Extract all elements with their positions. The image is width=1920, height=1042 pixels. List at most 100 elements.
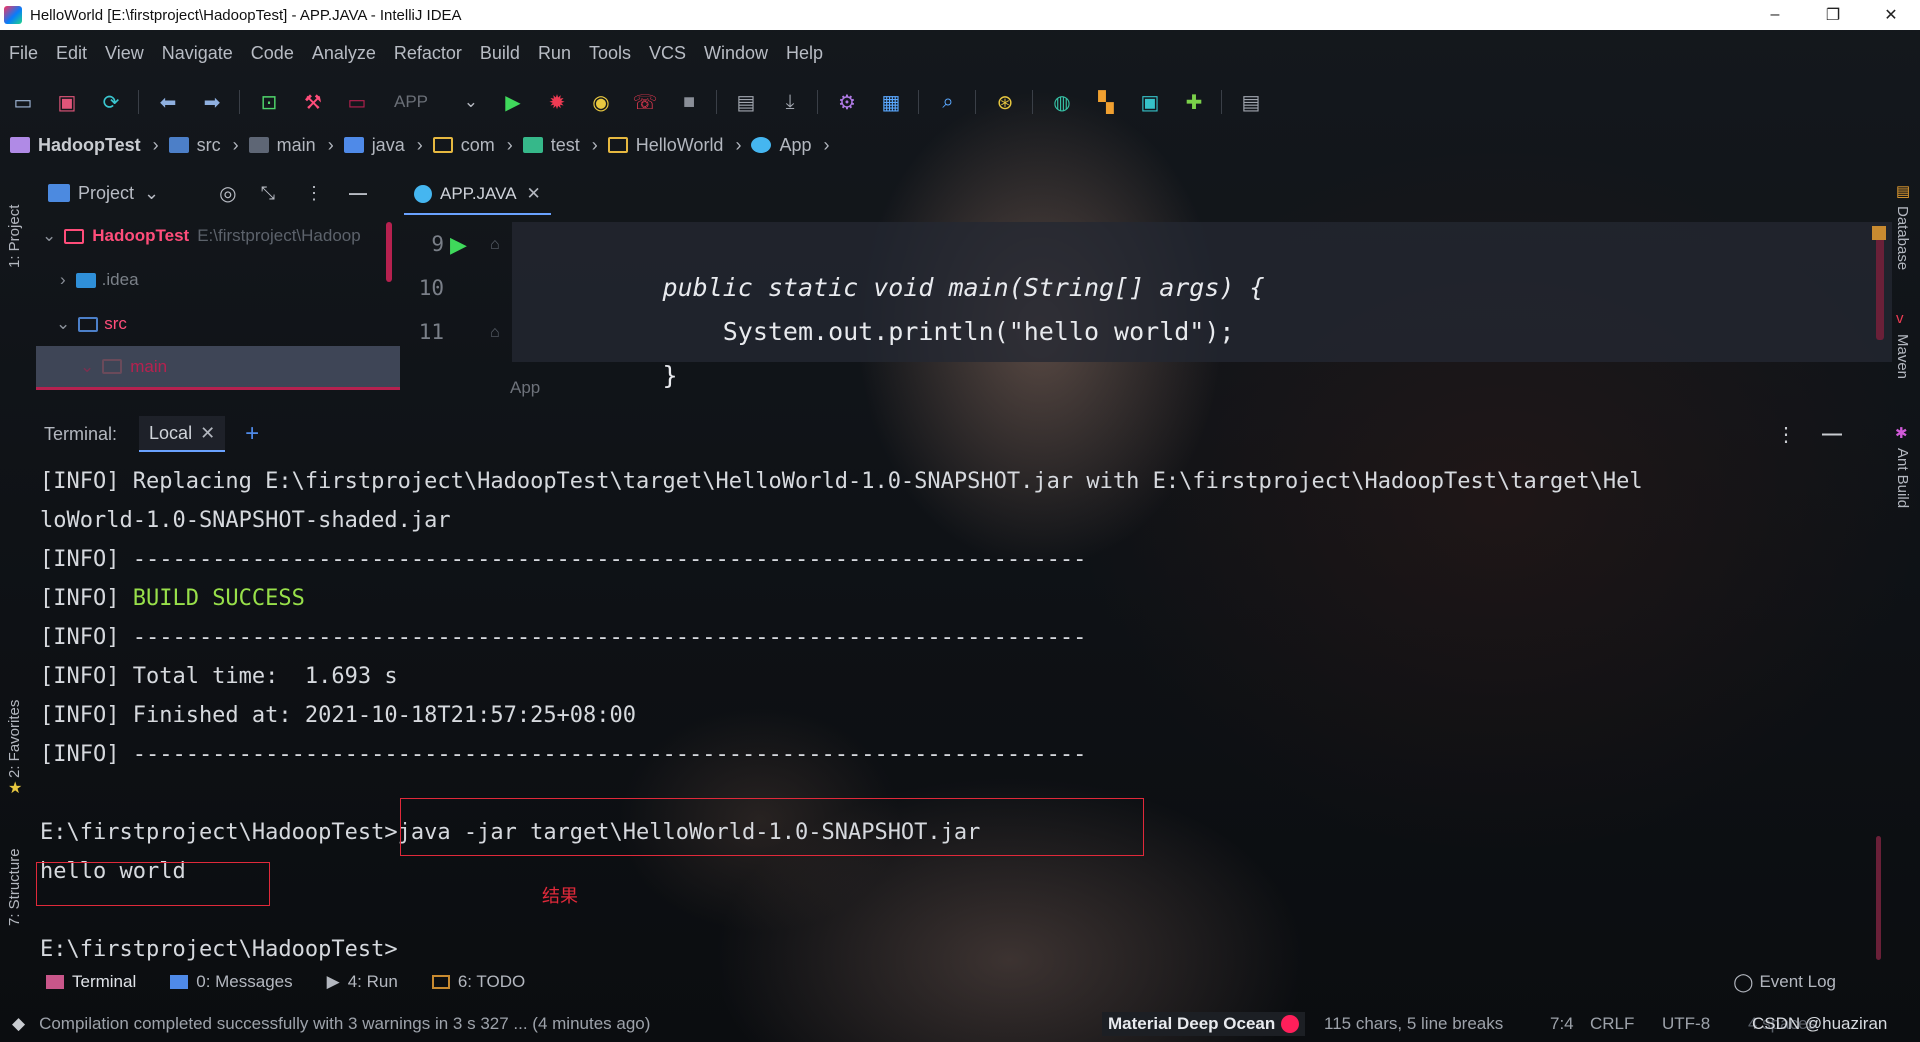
code-editor[interactable]: 9 ▶ ⌂ 10 11 ⌂ public static void main(St… <box>404 222 1892 390</box>
back-icon[interactable]: ⬅ <box>153 87 183 117</box>
stop-icon[interactable]: ■ <box>674 87 704 117</box>
editor-scrollbar[interactable] <box>1876 230 1884 340</box>
hide-panel-icon[interactable]: — <box>349 183 367 204</box>
warning-marker[interactable] <box>1872 226 1886 240</box>
breadcrumb-label: HadoopTest <box>38 134 141 155</box>
terminal-tool-button[interactable]: Terminal <box>46 972 136 992</box>
line-number: 11 <box>418 320 444 344</box>
menu-run[interactable]: Run <box>529 43 580 64</box>
structure-tool-button[interactable]: 7: Structure <box>6 826 23 926</box>
open-folder-icon[interactable]: ▭ <box>8 87 38 117</box>
config-icon[interactable]: ▭ <box>342 87 372 117</box>
menu-vcs[interactable]: VCS <box>640 43 695 64</box>
terminal-line: [INFO] ---------------------------------… <box>40 625 1087 650</box>
maven-tool-button[interactable]: Maven <box>1894 334 1911 404</box>
more-options-icon[interactable]: ⋮ <box>1776 422 1796 447</box>
ant-icon[interactable]: ▤ <box>731 87 761 117</box>
menu-help[interactable]: Help <box>777 43 832 64</box>
status-layers-icon[interactable]: ◆ <box>12 1014 25 1034</box>
settings-icon[interactable]: ⚙ <box>832 87 862 117</box>
menu-edit[interactable]: Edit <box>47 43 96 64</box>
breadcrumb-com[interactable]: com › <box>423 135 513 156</box>
run-tool-button[interactable]: ▶ 4: Run <box>327 972 398 992</box>
locate-icon[interactable]: ◎ <box>219 181 236 206</box>
tab-local[interactable]: Local ✕ <box>139 416 226 452</box>
close-icon[interactable]: ✕ <box>527 184 541 204</box>
editor-breadcrumb[interactable]: App <box>510 378 540 398</box>
sync-icon[interactable]: ⟳ <box>96 87 126 117</box>
caret-position[interactable]: 7:4 <box>1550 1014 1574 1034</box>
dashboard-icon[interactable]: ▣ <box>1135 87 1165 117</box>
puzzle-icon[interactable]: ✚ <box>1179 87 1209 117</box>
breadcrumb-app[interactable]: App › <box>741 135 829 156</box>
tab-app-java[interactable]: APP.JAVA ✕ <box>404 175 551 215</box>
window-title-bar: HelloWorld [E:\firstproject\HadoopTest] … <box>0 0 1920 30</box>
tree-item-root[interactable]: ⌄ HadoopTest E:\firstproject\Hadoop <box>36 214 400 258</box>
tree-item-idea[interactable]: › .idea <box>36 258 400 302</box>
status-message[interactable]: Compilation completed successfully with … <box>39 1014 650 1034</box>
tree-item-main[interactable]: ⌄ main <box>36 346 400 390</box>
tree-item-src[interactable]: ⌄ src <box>36 302 400 346</box>
fold-icon[interactable]: ⌂ <box>490 324 500 342</box>
fold-icon[interactable]: ⌂ <box>490 236 500 254</box>
event-log-button[interactable]: ◯ Event Log <box>1733 972 1836 993</box>
hide-panel-icon[interactable]: — <box>1822 423 1842 446</box>
search-icon[interactable]: ⌕ <box>933 87 963 117</box>
layout-icon[interactable]: ▚ <box>1091 87 1121 117</box>
build-hammer-icon[interactable]: ⚒ <box>298 87 328 117</box>
minimize-button[interactable]: – <box>1746 0 1804 30</box>
project-panel: Project ⌄ ◎ ⤡ ⋮ — ⌄ HadoopTest E:\firstp… <box>36 172 400 398</box>
more-options-icon[interactable]: ⋮ <box>305 183 323 204</box>
breadcrumb-main[interactable]: main › <box>239 135 334 156</box>
forward-icon[interactable]: ➡ <box>197 87 227 117</box>
download-icon[interactable]: ⤓ <box>775 87 805 117</box>
terminal-output[interactable]: [INFO] Replacing E:\firstproject\HadoopT… <box>40 462 1880 962</box>
run-configuration-select[interactable]: APP ⌄ <box>384 87 484 117</box>
breadcrumb-helloworld[interactable]: HelloWorld › <box>598 135 741 156</box>
project-tool-button[interactable]: 1: Project <box>6 178 23 268</box>
theme-indicator[interactable]: Material Deep Ocean <box>1102 1012 1306 1036</box>
coverage-icon[interactable]: ◉ <box>586 87 616 117</box>
breadcrumb-src[interactable]: src › <box>159 135 239 156</box>
breadcrumb-test[interactable]: test › <box>513 135 598 156</box>
menu-refactor[interactable]: Refactor <box>385 43 471 64</box>
right-tool-stripe: ▤ Database v Maven ✱ Ant Build <box>1888 170 1920 970</box>
presentation-icon[interactable]: ▤ <box>1236 87 1266 117</box>
menu-tools[interactable]: Tools <box>580 43 640 64</box>
database-tool-button[interactable]: Database <box>1894 206 1911 296</box>
menu-build[interactable]: Build <box>471 43 529 64</box>
menu-navigate[interactable]: Navigate <box>153 43 242 64</box>
menu-analyze[interactable]: Analyze <box>303 43 385 64</box>
profile-icon[interactable]: ☏ <box>630 87 660 117</box>
sdk-icon[interactable]: ◍ <box>1047 87 1077 117</box>
project-view-select[interactable]: Project <box>78 183 134 204</box>
close-button[interactable]: ✕ <box>1862 0 1920 30</box>
restore-button[interactable]: ❐ <box>1804 0 1862 30</box>
breadcrumb-project[interactable]: HadoopTest › <box>0 135 159 156</box>
project-scrollbar[interactable] <box>386 222 392 282</box>
run-gutter-icon[interactable]: ▶ <box>450 232 467 258</box>
menu-view[interactable]: View <box>96 43 153 64</box>
close-icon[interactable]: ✕ <box>200 423 215 444</box>
structure-icon[interactable]: ▦ <box>876 87 906 117</box>
favorites-tool-button[interactable]: 2: Favorites <box>6 678 23 778</box>
collapse-all-icon[interactable]: ⤡ <box>261 183 275 204</box>
terminal-icon[interactable]: ⊡ <box>254 87 284 117</box>
line-separator[interactable]: CRLF <box>1590 1014 1634 1034</box>
messages-tool-button[interactable]: 0: Messages <box>170 972 293 992</box>
file-encoding[interactable]: UTF-8 <box>1662 1014 1710 1034</box>
debug-icon[interactable]: ✹ <box>542 87 572 117</box>
menu-code[interactable]: Code <box>242 43 303 64</box>
ant-build-tool-button[interactable]: Ant Build <box>1894 448 1911 548</box>
run-icon[interactable]: ▶ <box>498 87 528 117</box>
breadcrumb-java[interactable]: java › <box>334 135 423 156</box>
plugin-icon[interactable]: ⊛ <box>990 87 1020 117</box>
todo-tool-button[interactable]: 6: TODO <box>431 972 525 992</box>
save-icon[interactable]: ▣ <box>52 87 82 117</box>
menu-file[interactable]: File <box>0 43 47 64</box>
code-content[interactable]: public static void main(String[] args) {… <box>512 222 1892 390</box>
terminal-scrollbar[interactable] <box>1876 836 1881 960</box>
new-terminal-icon[interactable]: + <box>245 420 259 448</box>
chevron-down-icon[interactable]: ⌄ <box>144 183 159 204</box>
menu-window[interactable]: Window <box>695 43 777 64</box>
